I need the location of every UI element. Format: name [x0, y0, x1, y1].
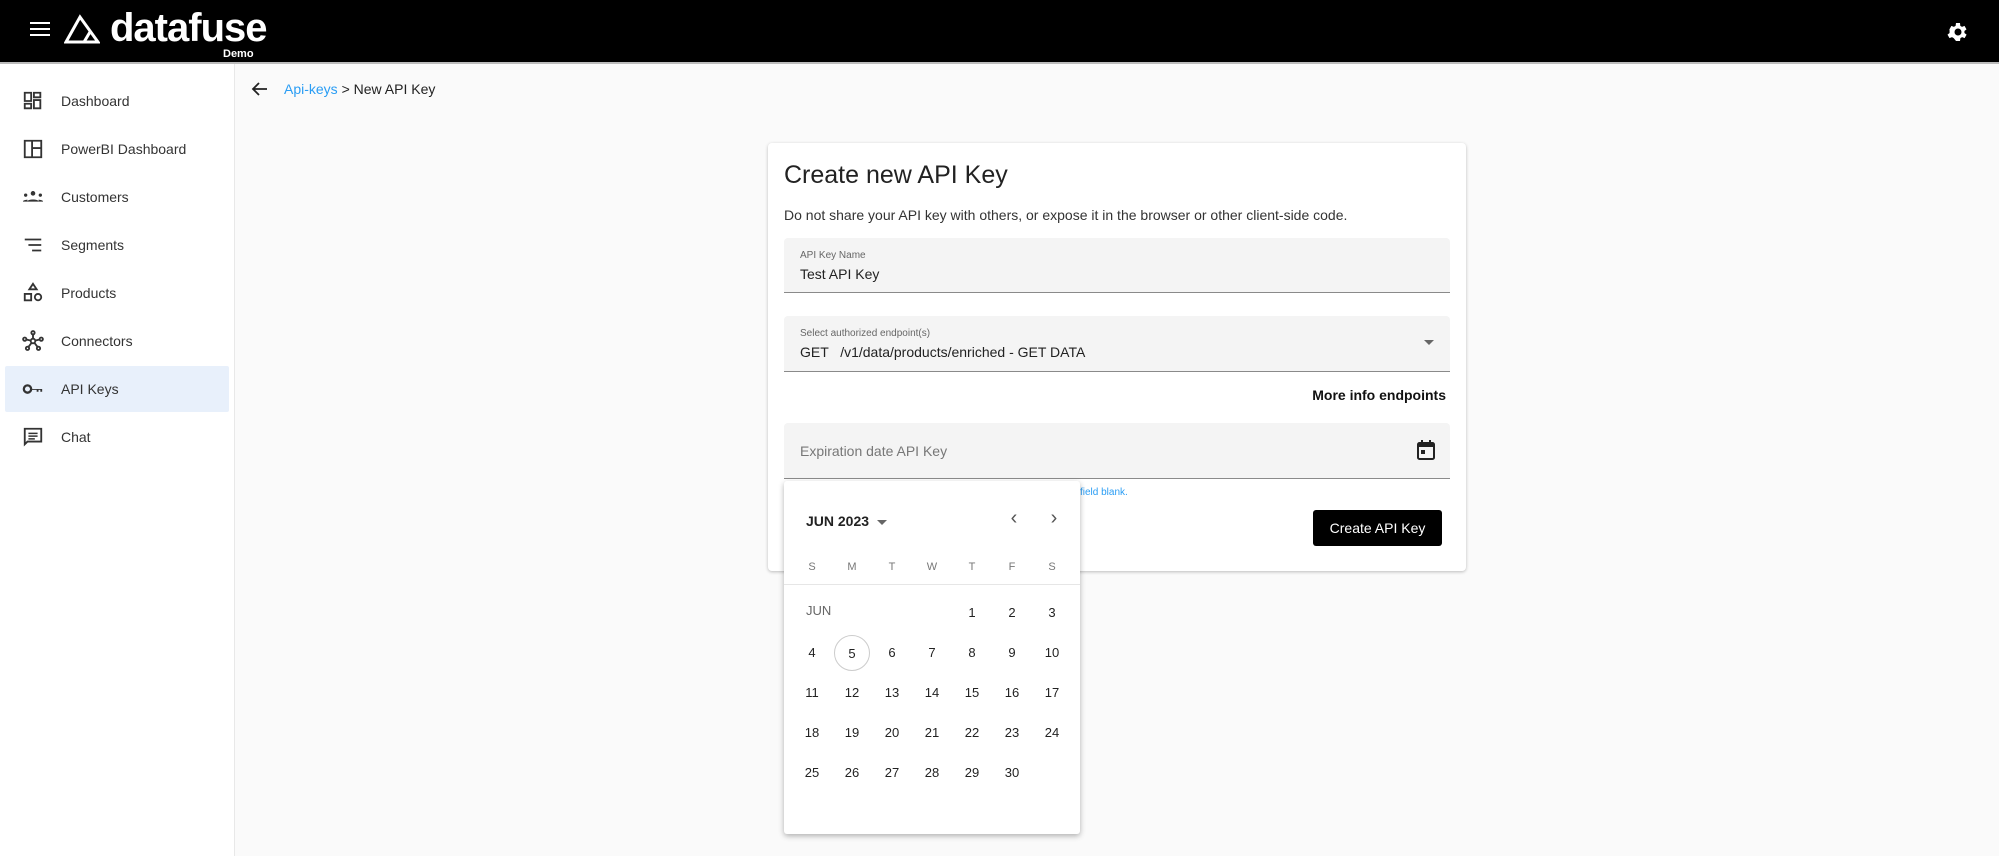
sidebar-item-connectors[interactable]: Connectors	[5, 318, 229, 364]
field-placeholder: Expiration date API Key	[800, 443, 948, 459]
field-label: API Key Name	[800, 250, 866, 261]
breadcrumb-current: New API Key	[353, 81, 436, 97]
breadcrumb-api-keys-link[interactable]: Api-keys	[284, 81, 338, 97]
arrow-left-icon[interactable]	[250, 79, 270, 99]
field-value: Test API Key	[800, 266, 880, 282]
calendar-day[interactable]: 2	[994, 595, 1030, 631]
dashboard-icon	[23, 91, 42, 110]
date-picker-popup: JUN 2023 ‹ › JUN S M T W T F S 1 2 3 4 5 6 7 8 9 10 11 12 1…	[784, 481, 1080, 834]
key-icon	[22, 384, 43, 394]
calendar-day[interactable]: 18	[794, 715, 830, 751]
weekday-header: S	[808, 561, 816, 573]
calendar-day[interactable]: 20	[874, 715, 910, 751]
calendar-icon[interactable]	[1416, 439, 1436, 461]
create-api-key-button[interactable]: Create API Key	[1313, 510, 1442, 546]
layout-icon	[23, 139, 43, 159]
sidebar-item-label: Chat	[61, 429, 91, 445]
calendar-day[interactable]: 7	[914, 635, 950, 671]
weekday-header: F	[1008, 561, 1016, 573]
sort-lines-icon	[24, 238, 42, 252]
field-label: Select authorized endpoint(s)	[800, 328, 931, 339]
weekday-header: S	[1048, 561, 1056, 573]
field-value: GET /v1/data/products/enriched - GET DAT…	[800, 344, 1086, 360]
sidebar-item-dashboard[interactable]: Dashboard	[5, 78, 229, 124]
shapes-icon	[23, 282, 43, 302]
menu-icon[interactable]	[30, 22, 50, 38]
calendar-day[interactable]: 26	[834, 755, 870, 791]
sidebar-item-products[interactable]: Products	[5, 270, 229, 316]
chat-icon	[23, 427, 43, 447]
sidebar-item-label: Dashboard	[61, 93, 130, 109]
weekday-header: W	[926, 561, 938, 573]
hub-icon	[22, 330, 44, 351]
top-bar: datafuse Demo	[0, 0, 1999, 64]
next-month-button[interactable]: ›	[1044, 508, 1064, 529]
previous-month-button[interactable]: ‹	[1004, 508, 1024, 529]
calendar-day[interactable]: 19	[834, 715, 870, 751]
description: Do not share your API key with others, o…	[784, 207, 1348, 223]
calendar-day[interactable]: 23	[994, 715, 1030, 751]
calendar-day[interactable]: 3	[1034, 595, 1070, 631]
calendar-day[interactable]: 12	[834, 675, 870, 711]
weekday-header: T	[968, 561, 976, 573]
sidebar-item-label: PowerBI Dashboard	[61, 141, 187, 157]
sidebar-item-powerbi-dashboard[interactable]: PowerBI Dashboard	[5, 126, 229, 172]
calendar-day[interactable]: 27	[874, 755, 910, 791]
month-year-label: JUN 2023	[806, 513, 870, 529]
sidebar-item-label: Products	[61, 285, 117, 301]
calendar-day[interactable]: 17	[1034, 675, 1070, 711]
month-year-selector[interactable]: JUN 2023	[806, 513, 887, 529]
calendar-day[interactable]: 25	[794, 755, 830, 791]
calendar-day[interactable]: 10	[1034, 635, 1070, 671]
calendar-day[interactable]: 28	[914, 755, 950, 791]
calendar-day[interactable]: 15	[954, 675, 990, 711]
calendar-day[interactable]: 24	[1034, 715, 1070, 751]
calendar-day[interactable]: 21	[914, 715, 950, 751]
more-info-endpoints-link[interactable]: More info endpoints	[1312, 387, 1446, 403]
datafuse-logo-icon	[64, 14, 100, 44]
groups-icon	[22, 191, 44, 202]
gear-icon[interactable]	[1946, 20, 1970, 44]
breadcrumb-separator: >	[337, 81, 354, 97]
sidebar-item-segments[interactable]: Segments	[5, 222, 229, 268]
calendar-day[interactable]: 22	[954, 715, 990, 751]
calendar-day[interactable]: 30	[994, 755, 1030, 791]
divider	[784, 584, 1080, 585]
breadcrumb: Api-keys > New API Key	[250, 78, 435, 100]
sidebar-item-label: Customers	[61, 189, 129, 205]
calendar-day[interactable]: 29	[954, 755, 990, 791]
sidebar-item-label: Segments	[61, 237, 125, 253]
helper-text: field blank.	[1080, 487, 1128, 498]
endpoint-select[interactable]: Select authorized endpoint(s) GET /v1/da…	[784, 316, 1450, 372]
calendar-day-today[interactable]: 5	[834, 635, 870, 671]
calendar-day[interactable]: 16	[994, 675, 1030, 711]
sidebar-item-label: Connectors	[61, 333, 133, 349]
weekday-header: T	[888, 561, 896, 573]
expiration-date-field[interactable]: Expiration date API Key	[784, 423, 1450, 479]
calendar-day[interactable]: 4	[794, 635, 830, 671]
dropdown-arrow-icon[interactable]	[1424, 340, 1434, 345]
sidebar-item-label: API Keys	[61, 381, 119, 397]
calendar-day[interactable]: 1	[954, 595, 990, 631]
calendar-day[interactable]: 6	[874, 635, 910, 671]
sidebar-item-api-keys[interactable]: API Keys	[5, 366, 229, 412]
calendar-day[interactable]: 9	[994, 635, 1030, 671]
calendar-day[interactable]: 14	[914, 675, 950, 711]
caret-down-icon	[876, 519, 887, 525]
calendar-day[interactable]: 11	[794, 675, 830, 711]
brand-name[interactable]: datafuse	[110, 6, 267, 51]
sidebar: Dashboard PowerBI Dashboard Customers Segme…	[0, 64, 235, 856]
api-key-name-field[interactable]: API Key Name Test API Key	[784, 238, 1450, 293]
sidebar-item-customers[interactable]: Customers	[5, 174, 229, 220]
edition-label: Demo	[223, 48, 254, 60]
calendar-day[interactable]: 13	[874, 675, 910, 711]
calendar-day[interactable]: 8	[954, 635, 990, 671]
weekday-header: M	[847, 561, 857, 573]
month-label: JUN	[806, 603, 832, 618]
sidebar-item-chat[interactable]: Chat	[5, 414, 229, 460]
page-title: Create new API Key	[784, 161, 1008, 189]
